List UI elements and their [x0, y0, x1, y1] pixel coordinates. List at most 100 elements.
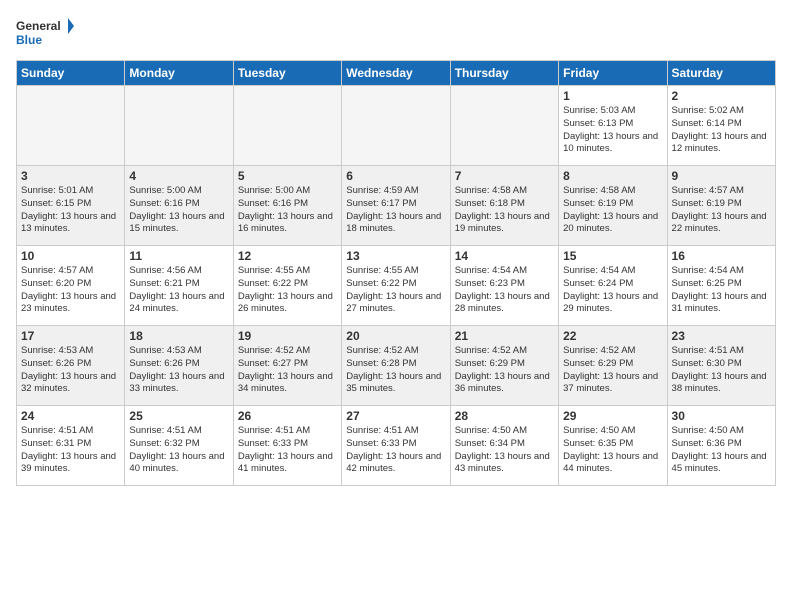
day-info: Sunrise: 4:51 AMSunset: 6:33 PMDaylight:…	[238, 425, 337, 476]
calendar-cell: 6 Sunrise: 4:59 AMSunset: 6:17 PMDaylight…	[342, 166, 450, 246]
day-header-saturday: Saturday	[667, 61, 775, 86]
calendar-cell	[342, 86, 450, 166]
day-number: 26	[238, 409, 337, 423]
day-info: Sunrise: 4:51 AMSunset: 6:32 PMDaylight:…	[129, 425, 228, 476]
day-number: 10	[21, 249, 120, 263]
day-number: 20	[346, 329, 445, 343]
calendar-cell	[450, 86, 558, 166]
day-number: 23	[672, 329, 771, 343]
svg-text:General: General	[16, 19, 61, 33]
day-info: Sunrise: 4:59 AMSunset: 6:17 PMDaylight:…	[346, 185, 445, 236]
day-number: 6	[346, 169, 445, 183]
day-number: 4	[129, 169, 228, 183]
day-number: 14	[455, 249, 554, 263]
calendar-cell: 4 Sunrise: 5:00 AMSunset: 6:16 PMDaylight…	[125, 166, 233, 246]
day-info: Sunrise: 4:55 AMSunset: 6:22 PMDaylight:…	[238, 265, 337, 316]
day-number: 15	[563, 249, 662, 263]
day-info: Sunrise: 4:54 AMSunset: 6:25 PMDaylight:…	[672, 265, 771, 316]
day-header-tuesday: Tuesday	[233, 61, 341, 86]
calendar-cell: 26 Sunrise: 4:51 AMSunset: 6:33 PMDayligh…	[233, 406, 341, 486]
day-number: 18	[129, 329, 228, 343]
day-info: Sunrise: 5:03 AMSunset: 6:13 PMDaylight:…	[563, 105, 662, 156]
day-header-thursday: Thursday	[450, 61, 558, 86]
day-info: Sunrise: 4:58 AMSunset: 6:19 PMDaylight:…	[563, 185, 662, 236]
header-row: SundayMondayTuesdayWednesdayThursdayFrid…	[17, 61, 776, 86]
day-number: 7	[455, 169, 554, 183]
calendar-cell: 30 Sunrise: 4:50 AMSunset: 6:36 PMDayligh…	[667, 406, 775, 486]
day-number: 21	[455, 329, 554, 343]
calendar-cell: 13 Sunrise: 4:55 AMSunset: 6:22 PMDayligh…	[342, 246, 450, 326]
calendar-cell: 2 Sunrise: 5:02 AMSunset: 6:14 PMDaylight…	[667, 86, 775, 166]
day-info: Sunrise: 5:00 AMSunset: 6:16 PMDaylight:…	[129, 185, 228, 236]
day-number: 16	[672, 249, 771, 263]
day-number: 13	[346, 249, 445, 263]
calendar-cell: 29 Sunrise: 4:50 AMSunset: 6:35 PMDayligh…	[559, 406, 667, 486]
day-number: 8	[563, 169, 662, 183]
day-number: 28	[455, 409, 554, 423]
day-info: Sunrise: 4:52 AMSunset: 6:29 PMDaylight:…	[563, 345, 662, 396]
day-number: 19	[238, 329, 337, 343]
calendar-cell: 8 Sunrise: 4:58 AMSunset: 6:19 PMDaylight…	[559, 166, 667, 246]
calendar-cell: 3 Sunrise: 5:01 AMSunset: 6:15 PMDaylight…	[17, 166, 125, 246]
calendar-cell: 27 Sunrise: 4:51 AMSunset: 6:33 PMDayligh…	[342, 406, 450, 486]
day-info: Sunrise: 4:57 AMSunset: 6:19 PMDaylight:…	[672, 185, 771, 236]
day-info: Sunrise: 5:00 AMSunset: 6:16 PMDaylight:…	[238, 185, 337, 236]
day-number: 2	[672, 89, 771, 103]
calendar-cell: 19Sunrise: 4:52 AMSunset: 6:27 PMDayligh…	[233, 326, 341, 406]
calendar-cell: 17Sunrise: 4:53 AMSunset: 6:26 PMDayligh…	[17, 326, 125, 406]
calendar-cell: 14 Sunrise: 4:54 AMSunset: 6:23 PMDayligh…	[450, 246, 558, 326]
calendar-cell: 18Sunrise: 4:53 AMSunset: 6:26 PMDayligh…	[125, 326, 233, 406]
day-number: 22	[563, 329, 662, 343]
week-row-5: 24 Sunrise: 4:51 AMSunset: 6:31 PMDayligh…	[17, 406, 776, 486]
day-info: Sunrise: 4:50 AMSunset: 6:36 PMDaylight:…	[672, 425, 771, 476]
calendar-cell: 1Sunrise: 5:03 AMSunset: 6:13 PMDaylight…	[559, 86, 667, 166]
day-number: 27	[346, 409, 445, 423]
week-row-3: 10 Sunrise: 4:57 AMSunset: 6:20 PMDayligh…	[17, 246, 776, 326]
calendar-cell: 28 Sunrise: 4:50 AMSunset: 6:34 PMDayligh…	[450, 406, 558, 486]
calendar-cell: 11 Sunrise: 4:56 AMSunset: 6:21 PMDayligh…	[125, 246, 233, 326]
day-info: Sunrise: 4:56 AMSunset: 6:21 PMDaylight:…	[129, 265, 228, 316]
calendar-cell: 25 Sunrise: 4:51 AMSunset: 6:32 PMDayligh…	[125, 406, 233, 486]
day-number: 3	[21, 169, 120, 183]
day-number: 11	[129, 249, 228, 263]
day-info: Sunrise: 4:53 AMSunset: 6:26 PMDaylight:…	[21, 345, 120, 396]
day-number: 25	[129, 409, 228, 423]
day-number: 30	[672, 409, 771, 423]
calendar-cell	[233, 86, 341, 166]
day-header-sunday: Sunday	[17, 61, 125, 86]
day-info: Sunrise: 4:57 AMSunset: 6:20 PMDaylight:…	[21, 265, 120, 316]
day-info: Sunrise: 4:50 AMSunset: 6:34 PMDaylight:…	[455, 425, 554, 476]
calendar-cell: 21 Sunrise: 4:52 AMSunset: 6:29 PMDayligh…	[450, 326, 558, 406]
day-info: Sunrise: 4:50 AMSunset: 6:35 PMDaylight:…	[563, 425, 662, 476]
day-info: Sunrise: 4:51 AMSunset: 6:31 PMDaylight:…	[21, 425, 120, 476]
svg-text:Blue: Blue	[16, 33, 42, 47]
calendar-cell: 23 Sunrise: 4:51 AMSunset: 6:30 PMDayligh…	[667, 326, 775, 406]
logo-svg: General Blue	[16, 16, 76, 52]
day-info: Sunrise: 5:02 AMSunset: 6:14 PMDaylight:…	[672, 105, 771, 156]
calendar-cell: 7 Sunrise: 4:58 AMSunset: 6:18 PMDaylight…	[450, 166, 558, 246]
day-header-wednesday: Wednesday	[342, 61, 450, 86]
day-info: Sunrise: 4:52 AMSunset: 6:28 PMDaylight:…	[346, 345, 445, 396]
day-info: Sunrise: 4:58 AMSunset: 6:18 PMDaylight:…	[455, 185, 554, 236]
day-info: Sunrise: 4:51 AMSunset: 6:33 PMDaylight:…	[346, 425, 445, 476]
day-info: Sunrise: 4:55 AMSunset: 6:22 PMDaylight:…	[346, 265, 445, 316]
calendar-cell: 16 Sunrise: 4:54 AMSunset: 6:25 PMDayligh…	[667, 246, 775, 326]
day-info: Sunrise: 4:54 AMSunset: 6:24 PMDaylight:…	[563, 265, 662, 316]
day-number: 29	[563, 409, 662, 423]
week-row-2: 3 Sunrise: 5:01 AMSunset: 6:15 PMDaylight…	[17, 166, 776, 246]
day-info: Sunrise: 4:54 AMSunset: 6:23 PMDaylight:…	[455, 265, 554, 316]
week-row-4: 17Sunrise: 4:53 AMSunset: 6:26 PMDayligh…	[17, 326, 776, 406]
calendar-cell: 12Sunrise: 4:55 AMSunset: 6:22 PMDayligh…	[233, 246, 341, 326]
day-number: 9	[672, 169, 771, 183]
day-info: Sunrise: 5:01 AMSunset: 6:15 PMDaylight:…	[21, 185, 120, 236]
day-info: Sunrise: 4:51 AMSunset: 6:30 PMDaylight:…	[672, 345, 771, 396]
header: General Blue	[16, 16, 776, 52]
calendar-table: SundayMondayTuesdayWednesdayThursdayFrid…	[16, 60, 776, 486]
calendar-cell: 5Sunrise: 5:00 AMSunset: 6:16 PMDaylight…	[233, 166, 341, 246]
calendar-cell: 10 Sunrise: 4:57 AMSunset: 6:20 PMDayligh…	[17, 246, 125, 326]
calendar-cell: 22 Sunrise: 4:52 AMSunset: 6:29 PMDayligh…	[559, 326, 667, 406]
day-info: Sunrise: 4:52 AMSunset: 6:29 PMDaylight:…	[455, 345, 554, 396]
day-header-friday: Friday	[559, 61, 667, 86]
day-number: 24	[21, 409, 120, 423]
calendar-cell: 9 Sunrise: 4:57 AMSunset: 6:19 PMDaylight…	[667, 166, 775, 246]
